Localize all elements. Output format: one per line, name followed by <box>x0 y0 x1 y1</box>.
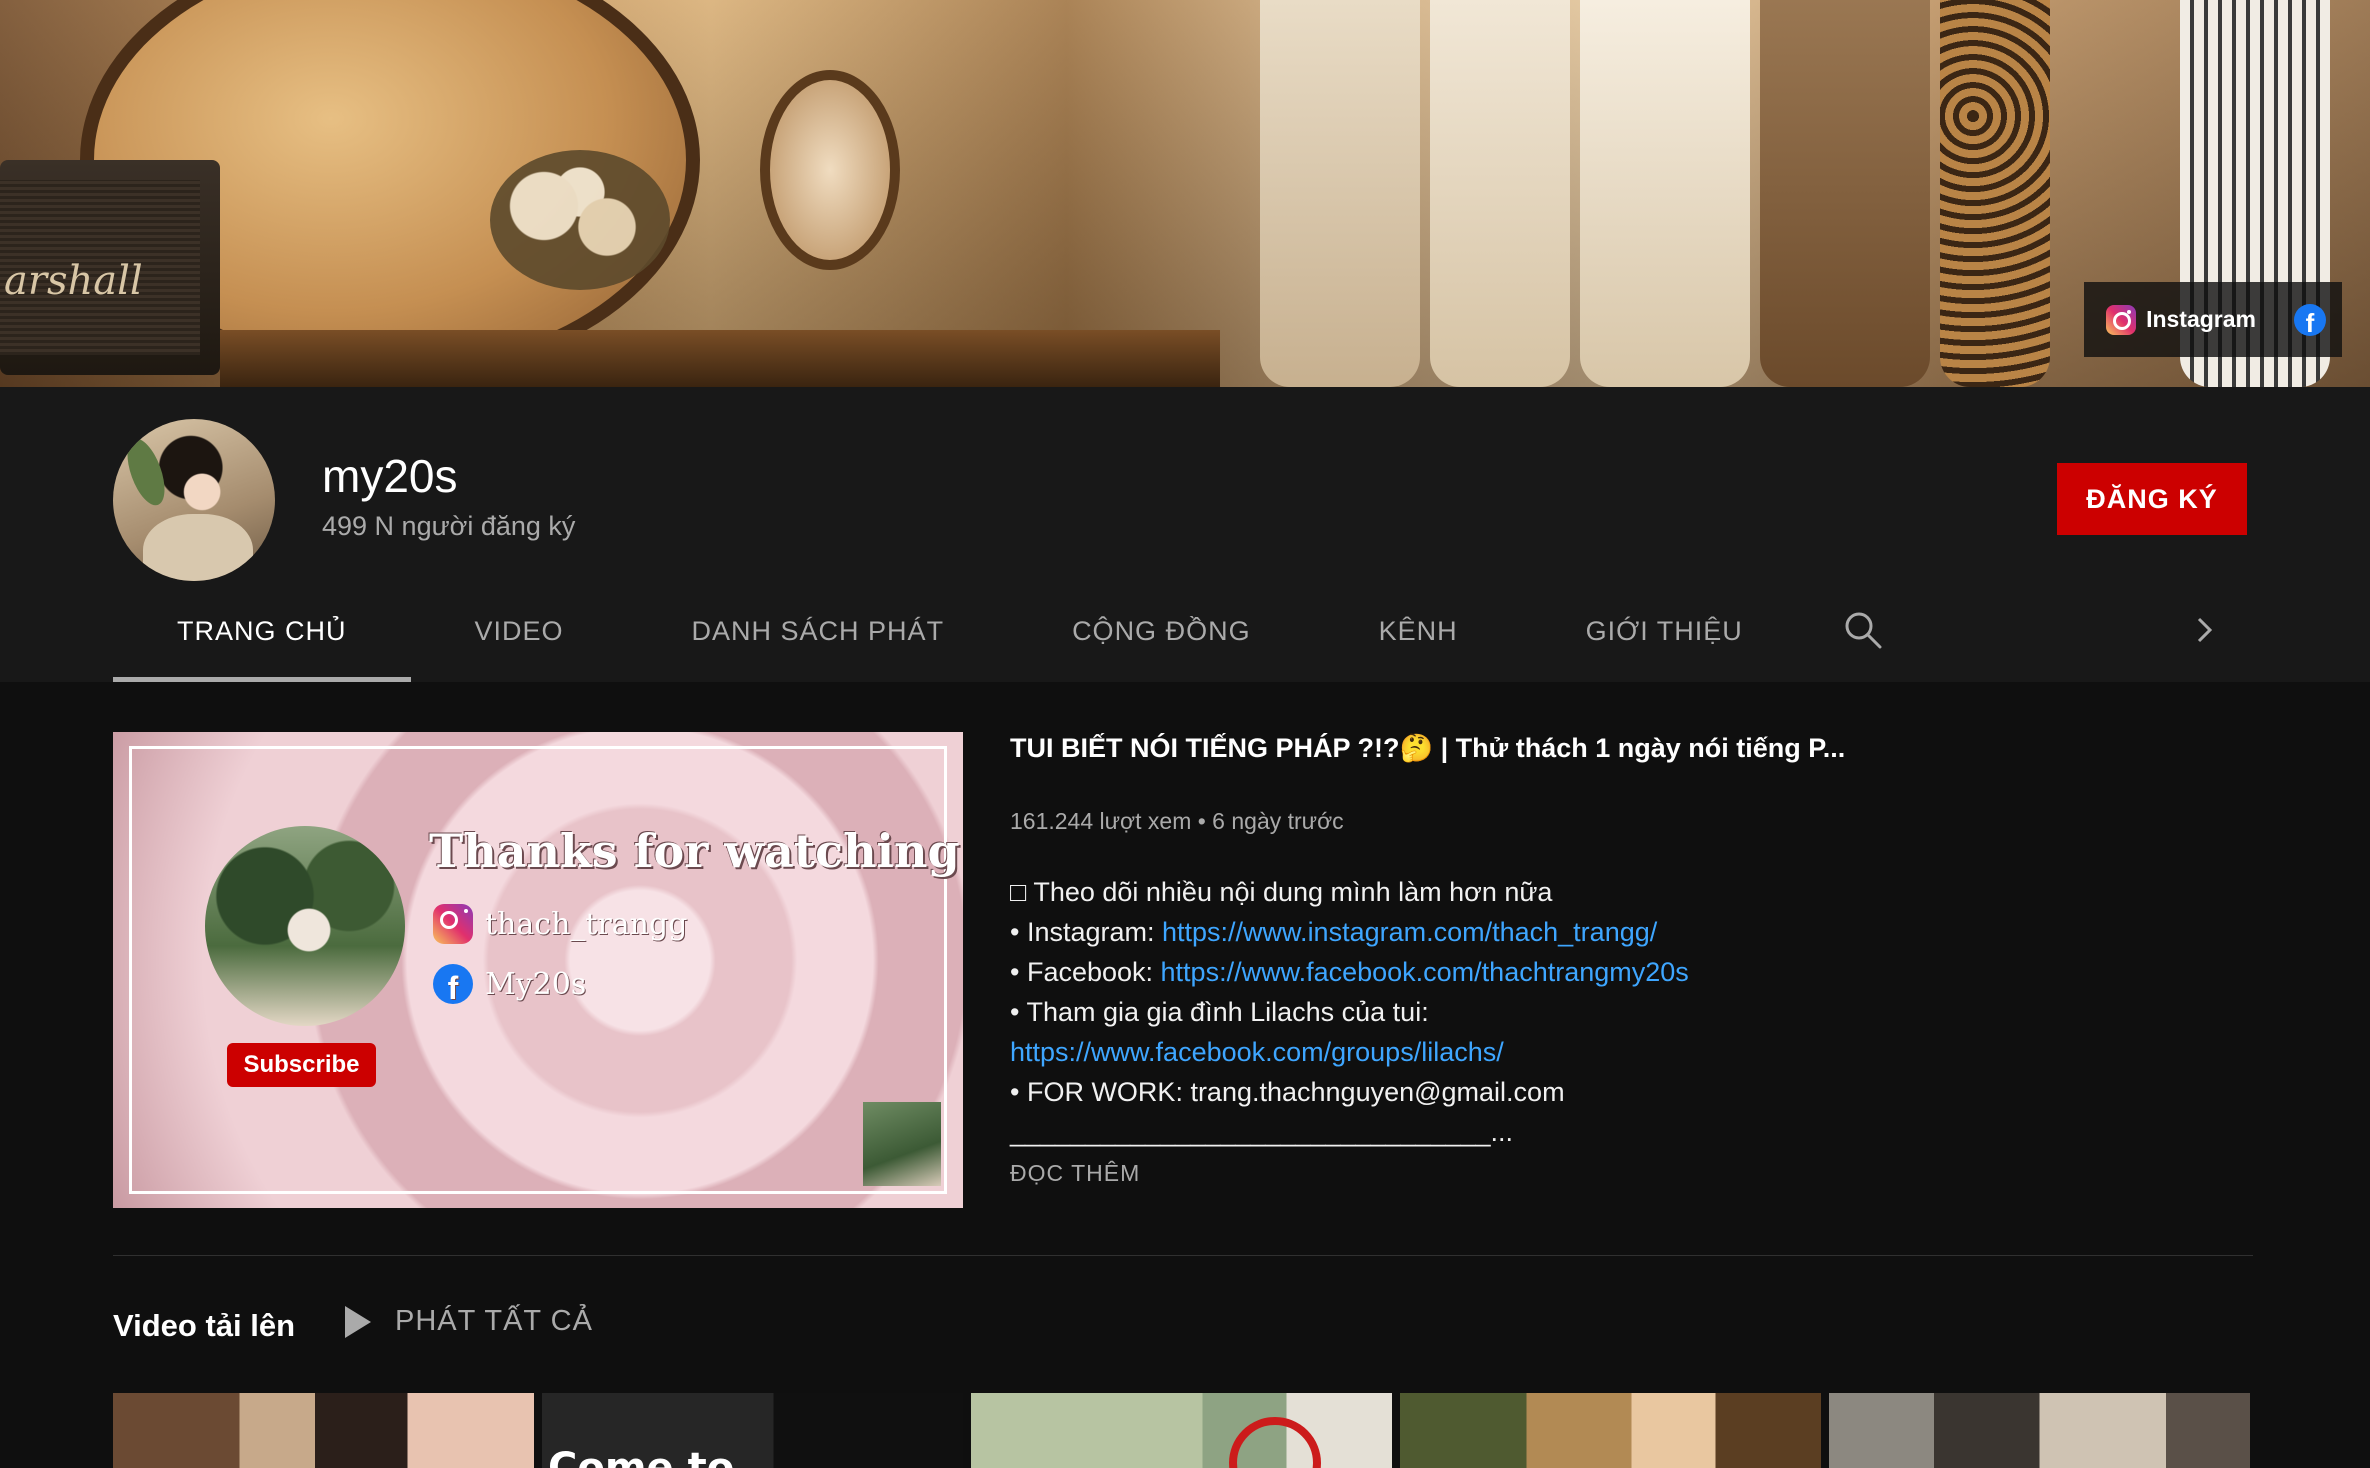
group-url-link[interactable]: https://www.facebook.com/groups/lilachs/ <box>1010 1037 1504 1067</box>
thumbnail-instagram-handle: thach_trangg <box>485 906 688 942</box>
video-thumbnail[interactable] <box>1829 1393 2250 1468</box>
tab-playlists[interactable]: DANH SÁCH PHÁT <box>628 580 1009 682</box>
thumbnail-instagram-line: thach_trangg <box>433 904 687 944</box>
description-line: • Instagram: https://www.instagram.com/t… <box>1010 912 2110 952</box>
description-line: □ Theo dõi nhiều nội dung mình làm hơn n… <box>1010 877 1553 907</box>
tab-community[interactable]: CỘNG ĐỒNG <box>1008 580 1315 682</box>
channel-tabs: TRANG CHỦ VIDEO DANH SÁCH PHÁT CỘNG ĐỒNG… <box>113 580 1807 682</box>
tab-about[interactable]: GIỚI THIỆU <box>1522 580 1807 682</box>
banner-clothes <box>1260 0 1420 387</box>
video-thumbnail[interactable]: Come to <box>542 1393 963 1468</box>
video-thumbnail[interactable] <box>1400 1393 1821 1468</box>
tab-channels[interactable]: KÊNH <box>1315 580 1522 682</box>
thumbnail-facebook-handle: My20s <box>485 966 587 1002</box>
featured-video-description: □ Theo dõi nhiều nội dung mình làm hơn n… <box>1010 872 2110 1152</box>
banner-social-links: Instagram f <box>2084 282 2342 357</box>
description-facebook-prefix: • Facebook: <box>1010 957 1161 987</box>
video-thumbnail-text: Come to <box>548 1445 735 1468</box>
subscriber-count: 499 N người đăng ký <box>322 511 576 541</box>
description-line: https://www.facebook.com/groups/lilachs/ <box>1010 1032 2110 1072</box>
subscribe-button[interactable]: ĐĂNG KÝ <box>2057 463 2247 535</box>
description-line: • Tham gia gia đình Lilachs của tui: <box>1010 997 1429 1027</box>
channel-name: my20s <box>322 450 458 502</box>
instagram-icon <box>2106 304 2137 335</box>
instagram-icon <box>433 904 473 944</box>
video-thumbnail[interactable] <box>113 1393 534 1468</box>
tab-home[interactable]: TRANG CHỦ <box>113 580 411 682</box>
featured-video-title[interactable]: TUI BIẾT NÓI TIẾNG PHÁP ?!?🤔 | Thử thách… <box>1010 732 2010 764</box>
thumbnail-mini-photo <box>863 1102 941 1186</box>
banner-table <box>220 330 1220 387</box>
avatar-body <box>143 514 253 581</box>
search-icon[interactable] <box>1842 609 1884 651</box>
banner-flowers <box>490 150 670 290</box>
instagram-link-label: Instagram <box>2146 306 2256 332</box>
facebook-link[interactable]: f <box>2294 303 2326 336</box>
instagram-link[interactable]: Instagram <box>2106 304 2256 335</box>
facebook-url-link[interactable]: https://www.facebook.com/thachtrangmy20s <box>1161 957 1689 987</box>
thumbnail-thanks-text: Thanks for watching <box>429 824 960 878</box>
banner-clothes <box>1430 0 1570 387</box>
video-thumbnail[interactable] <box>971 1393 1392 1468</box>
banner-clothes <box>1760 0 1930 387</box>
tab-videos[interactable]: VIDEO <box>411 580 628 682</box>
instagram-url-link[interactable]: https://www.instagram.com/thach_trangg/ <box>1162 917 1657 947</box>
uploads-video-row: Come to <box>113 1393 2250 1468</box>
thumbnail-subscribe-badge: Subscribe <box>227 1043 376 1087</box>
facebook-icon: f <box>433 964 473 1004</box>
facebook-icon: f <box>2294 303 2326 336</box>
read-more-button[interactable]: ĐỌC THÊM <box>1010 1160 1140 1187</box>
thumbnail-facebook-line: f My20s <box>433 964 586 1004</box>
uploads-section-title: Video tải lên <box>113 1308 296 1343</box>
thumbnail-photo <box>205 826 405 1026</box>
channel-banner: arshall Instagram f <box>0 0 2370 387</box>
description-line: • Facebook: https://www.facebook.com/tha… <box>1010 952 2110 992</box>
description-line: • FOR WORK: trang.thachnguyen@gmail.com <box>1010 1077 1565 1107</box>
avatar[interactable] <box>113 419 275 581</box>
play-icon <box>345 1305 371 1338</box>
play-all-button[interactable]: PHÁT TẤT CẢ <box>345 1305 593 1338</box>
banner-clothes <box>1580 0 1750 387</box>
featured-video-thumbnail[interactable]: Subscribe Thanks for watching thach_tran… <box>113 732 963 1208</box>
featured-video-meta: 161.244 lượt xem • 6 ngày trước <box>1010 808 1344 834</box>
channel-header: my20s 499 N người đăng ký ĐĂNG KÝ TRANG … <box>0 387 2370 682</box>
section-divider <box>113 1255 2253 1256</box>
chevron-right-icon[interactable] <box>2183 609 2225 651</box>
prohibited-sign-icon <box>1229 1417 1321 1468</box>
avatar-leaf <box>119 433 173 511</box>
play-all-label: PHÁT TẤT CẢ <box>395 1305 593 1337</box>
description-instagram-prefix: • Instagram: <box>1010 917 1163 947</box>
banner-small-mirror <box>760 70 900 270</box>
banner-speaker-brand: arshall <box>4 258 143 304</box>
banner-clothes <box>1940 0 2050 387</box>
description-separator: ________________________________... <box>1010 1117 1514 1147</box>
